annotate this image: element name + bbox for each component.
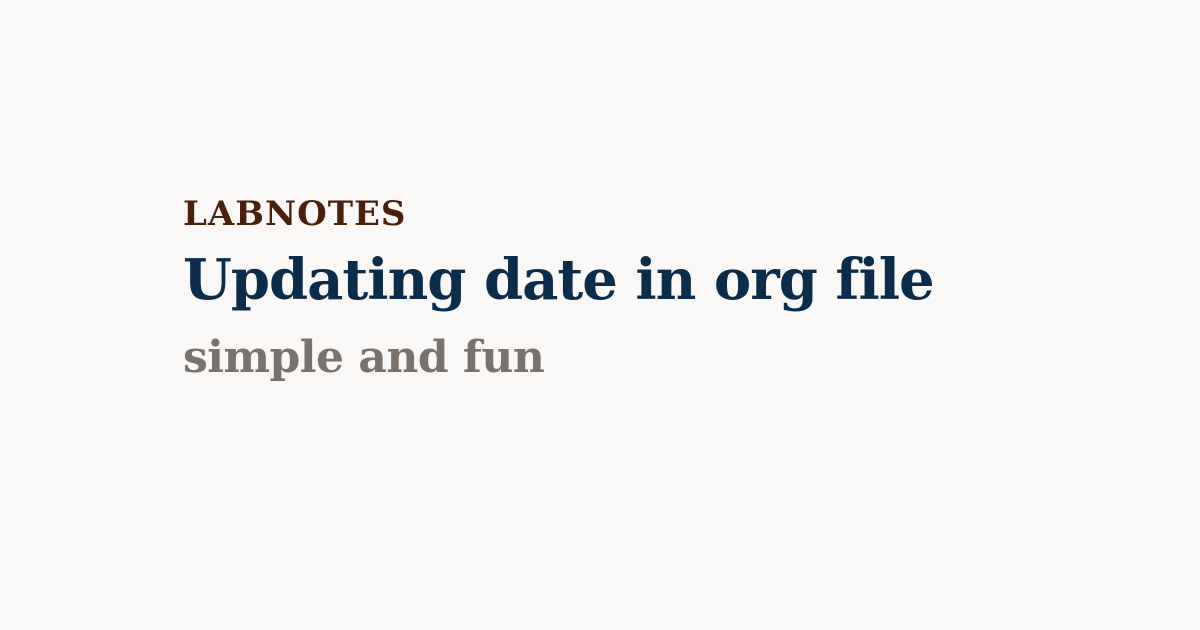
page-title: Updating date in org file: [183, 247, 935, 313]
page-subtitle: simple and fun: [183, 332, 545, 383]
site-kicker: LABNOTES: [183, 194, 407, 234]
text-block: LABNOTES Updating date in org file simpl…: [183, 192, 1160, 386]
og-card: LABNOTES Updating date in org file simpl…: [0, 0, 1200, 630]
